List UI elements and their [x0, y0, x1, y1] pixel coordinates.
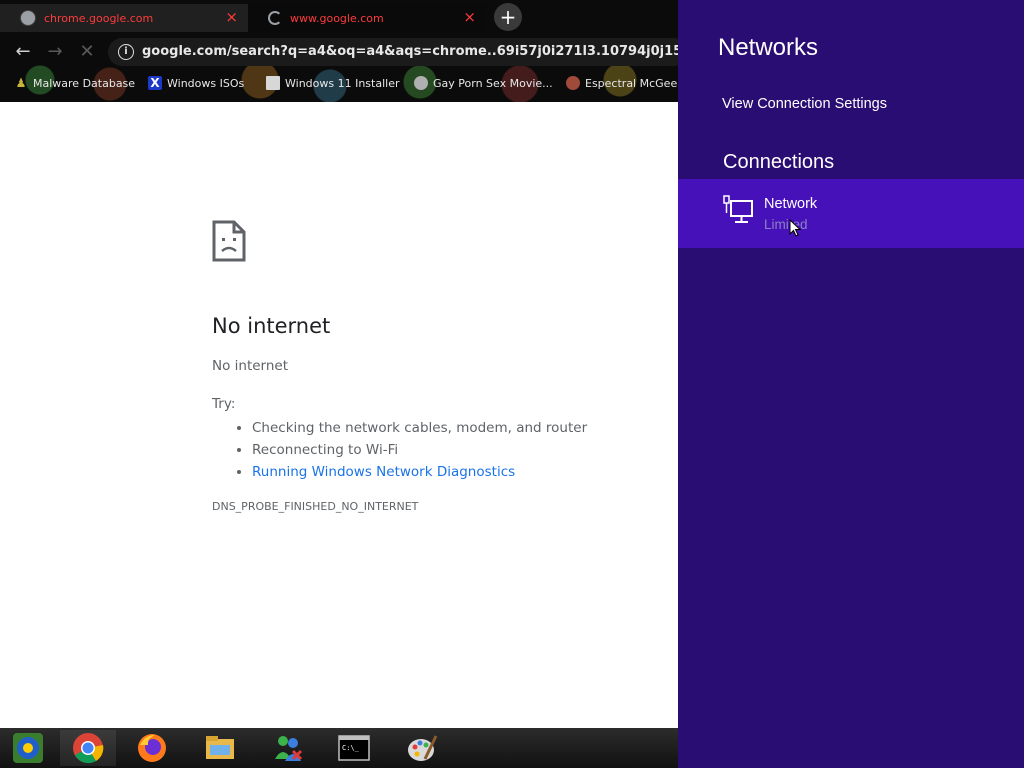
networks-title: Networks [718, 34, 819, 61]
wired-network-icon [723, 195, 753, 223]
bookmark-malware-database[interactable]: ♟ Malware Database [14, 76, 135, 90]
loading-spinner-icon [268, 11, 282, 25]
error-page: No internet No internet Try: Checking th… [212, 220, 652, 513]
bookmark-label: Espectral McGee [585, 76, 678, 90]
browser-window: chrome.google.com × www.google.com × + ←… [0, 0, 678, 728]
suggestion-cables: Checking the network cables, modem, and … [252, 420, 652, 436]
bookmarks-bar: ♟ Malware Database X Windows ISOs Window… [0, 72, 678, 98]
tab-chrome-google[interactable]: chrome.google.com × [0, 4, 248, 32]
try-label: Try: [212, 396, 236, 412]
tab-close-icon[interactable]: × [463, 8, 476, 26]
cmd-icon: C:\_ [338, 735, 370, 761]
taskbar-chrome[interactable] [60, 730, 116, 766]
sad-document-icon [212, 220, 246, 262]
messenger-icon [275, 736, 303, 761]
url-text[interactable]: google.com/search?q=a4&oq=a4&aqs=chrome.… [142, 44, 678, 59]
chrome-icon [73, 733, 104, 764]
media-player-icon [13, 733, 43, 763]
connection-item-network[interactable]: Network Limited [678, 179, 1024, 248]
taskbar-messenger[interactable] [260, 730, 316, 766]
mouse-cursor-icon [789, 219, 801, 237]
globe-icon [566, 76, 580, 90]
file-explorer-icon [206, 736, 234, 759]
error-title: No internet [212, 314, 331, 338]
error-code: DNS_PROBE_FINISHED_NO_INTERNET [212, 500, 419, 513]
tab-www-google[interactable]: www.google.com × [248, 4, 486, 32]
bookmark-label: Malware Database [33, 76, 136, 90]
taskbar-firefox[interactable] [124, 730, 180, 766]
x-icon: X [148, 76, 162, 90]
stop-reload-button[interactable]: ✕ [74, 40, 100, 64]
networks-pane: Networks View Connection Settings Connec… [678, 0, 1024, 768]
taskbar: C:\_ [0, 728, 678, 768]
paint-icon [408, 735, 438, 761]
error-subtitle: No internet [212, 358, 289, 374]
bookmark-label: Windows 11 Installer [285, 76, 400, 90]
view-connection-settings-link[interactable]: View Connection Settings [722, 96, 887, 112]
bookmark-windows-isos[interactable]: X Windows ISOs [148, 76, 244, 90]
new-tab-button[interactable]: + [494, 3, 522, 31]
bookmark-label: Windows ISOs [167, 76, 245, 90]
address-bar[interactable]: i google.com/search?q=a4&oq=a4&aqs=chrom… [108, 38, 678, 66]
taskbar-media-player[interactable] [0, 730, 56, 766]
firefox-icon [138, 734, 166, 762]
suggestions-list: Checking the network cables, modem, and … [212, 420, 652, 480]
bookmark-espectral-mcgee[interactable]: Espectral McGee [566, 76, 677, 90]
info-icon[interactable]: i [118, 44, 134, 60]
svg-text:C:\_: C:\_ [342, 744, 360, 752]
connections-heading: Connections [723, 151, 835, 173]
tab-label: chrome.google.com [44, 11, 154, 25]
bookmark-windows-11-installer[interactable]: Windows 11 Installer [266, 76, 400, 90]
taskbar-command-prompt[interactable]: C:\_ [326, 730, 382, 766]
globe-favicon-icon [20, 10, 36, 26]
globe-icon [414, 76, 428, 90]
tab-close-icon[interactable]: × [225, 8, 238, 26]
tab-label: www.google.com [290, 11, 384, 25]
taskbar-paint[interactable] [394, 730, 450, 766]
taskbar-file-explorer[interactable] [192, 730, 248, 766]
network-diagnostics-link[interactable]: Running Windows Network Diagnostics [252, 464, 515, 480]
forward-button[interactable]: → [42, 40, 68, 64]
person-icon: ♟ [15, 76, 27, 90]
connection-status: Limited [764, 217, 808, 232]
bookmark-gay-porn-sex-movie[interactable]: Gay Porn Sex Movie... [414, 76, 553, 90]
back-button[interactable]: ← [10, 40, 36, 64]
bookmark-label: Gay Porn Sex Movie... [433, 76, 553, 90]
browser-chrome: chrome.google.com × www.google.com × + ←… [0, 0, 678, 102]
suggestion-wifi: Reconnecting to Wi-Fi [252, 442, 652, 458]
connection-name: Network [764, 196, 818, 212]
document-icon [266, 76, 280, 90]
